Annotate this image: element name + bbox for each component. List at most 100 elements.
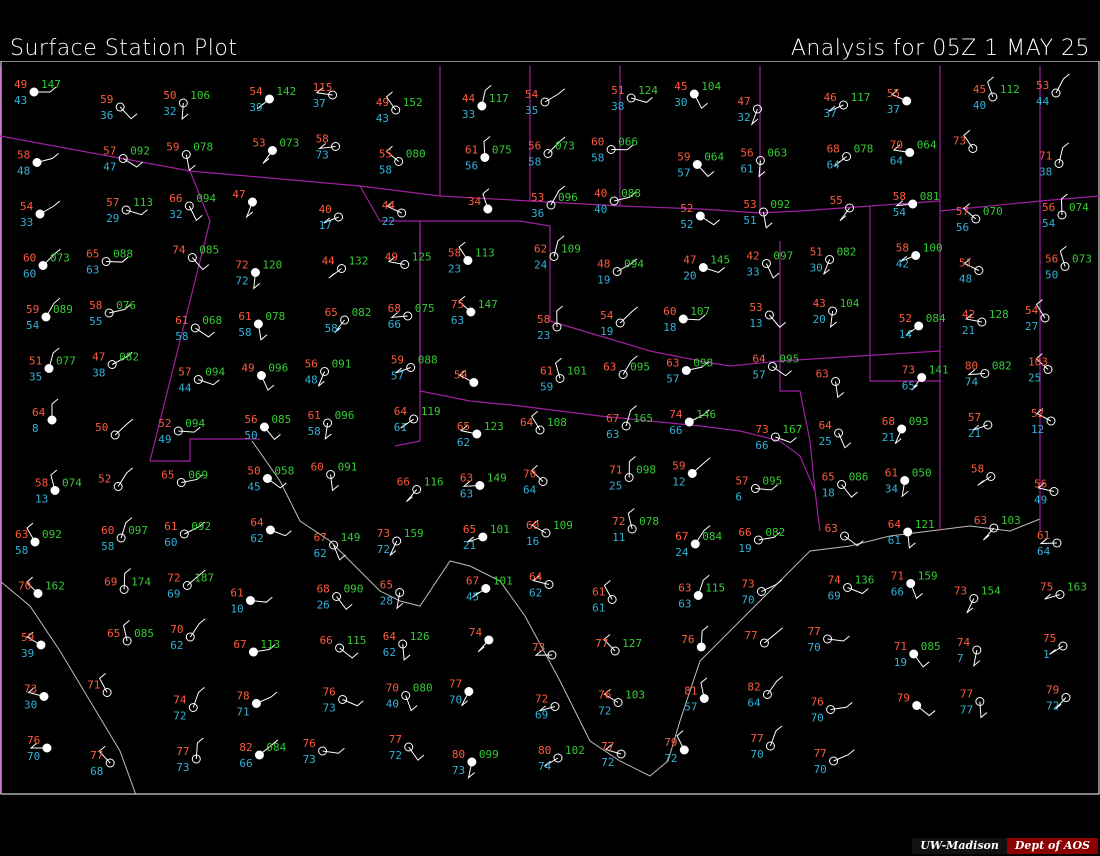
temperature-label: 42 (746, 250, 759, 263)
temperature-label: 44 (462, 92, 476, 105)
dewpoint-label: 37 (887, 103, 900, 116)
dewpoint-label: 59 (540, 381, 553, 394)
temperature-label: 77 (176, 745, 189, 758)
dewpoint-label: 32 (737, 111, 750, 124)
pressure-label: 125 (412, 251, 432, 264)
pressure-label: 082 (992, 360, 1012, 373)
pressure-label: 090 (344, 583, 364, 596)
plot-title: Surface Station Plot (10, 36, 238, 61)
pressure-label: 098 (636, 464, 656, 477)
dewpoint-label: 66 (755, 439, 768, 452)
pressure-label: 101 (493, 575, 513, 588)
pressure-label: 167 (782, 423, 802, 436)
pressure-label: 073 (50, 252, 70, 265)
pressure-label: 113 (260, 638, 280, 651)
pressure-label: 082 (352, 306, 372, 319)
pressure-label: 126 (410, 630, 430, 643)
pressure-label: 141 (929, 364, 949, 377)
temperature-label: 60 (526, 519, 539, 532)
pressure-label: 074 (62, 477, 82, 490)
temperature-label: 47 (92, 351, 105, 364)
dewpoint-label: 18 (822, 487, 835, 500)
dewpoint-label: 61 (888, 534, 901, 547)
temperature-label: 58 (537, 313, 550, 326)
dewpoint-label: 40 (386, 698, 399, 711)
pressure-label: 174 (131, 576, 151, 589)
temperature-label: 61 (592, 586, 605, 599)
temperature-label: 51 (810, 246, 823, 259)
dewpoint-label: 24 (675, 546, 689, 559)
dewpoint-label: 21 (962, 324, 975, 337)
pressure-label: 092 (770, 198, 790, 211)
temperature-label: 77 (960, 688, 973, 701)
temperature-label: 60 (591, 136, 604, 149)
temperature-label: 79 (664, 736, 677, 749)
dewpoint-label: 48 (305, 374, 318, 387)
temperature-label: 79 (1046, 684, 1059, 697)
temperature-label: 72 (535, 693, 548, 706)
pressure-label: 165 (633, 412, 653, 425)
temperature-label: 70 (170, 623, 183, 636)
temperature-label: 42 (962, 308, 975, 321)
dewpoint-label: 68 (90, 765, 103, 778)
temperature-label: 72 (612, 515, 625, 528)
temperature-label: 73 (741, 578, 754, 591)
pressure-label: 078 (854, 143, 874, 156)
dewpoint-label: 74 (538, 760, 552, 773)
pressure-label: 106 (190, 89, 210, 102)
temperature-label: 69 (104, 576, 117, 589)
temperature-label: 58 (896, 242, 909, 255)
dewpoint-label: 63 (460, 488, 473, 501)
pressure-label: 081 (920, 190, 940, 203)
temperature-label: 66 (397, 476, 410, 489)
dewpoint-label: 72 (1046, 700, 1059, 713)
temperature-label: 77 (449, 678, 462, 691)
pressure-label: 080 (413, 682, 433, 695)
dewpoint-label: 30 (674, 96, 687, 109)
dewpoint-label: 63 (451, 314, 464, 327)
dewpoint-label: 62 (170, 639, 183, 652)
temperature-label: 59 (454, 369, 467, 382)
temperature-label: 61 (238, 310, 251, 323)
dewpoint-label: 70 (811, 712, 824, 725)
temperature-label: 67 (314, 531, 327, 544)
temperature-label: 63 (825, 522, 838, 535)
dewpoint-label: 19 (738, 542, 751, 555)
dewpoint-label: 19 (894, 656, 907, 669)
temperature-label: 57 (968, 411, 981, 424)
dewpoint-label: 21 (882, 431, 895, 444)
temperature-label: 61 (1037, 529, 1050, 542)
temperature-label: 115 (313, 81, 333, 94)
dewpoint-label: 45 (466, 591, 479, 604)
temperature-label: 74 (173, 694, 187, 707)
temperature-label: 49 (241, 362, 254, 375)
pressure-label: 085 (921, 640, 941, 653)
dewpoint-label: 64 (523, 484, 537, 497)
temperature-label: 65 (86, 248, 99, 261)
dewpoint-label: 55 (89, 315, 102, 328)
dewpoint-label: 62 (250, 532, 263, 545)
dewpoint-label: 19 (600, 325, 613, 338)
dewpoint-label: 72 (601, 756, 614, 769)
dewpoint-label: 66 (891, 586, 904, 599)
pressure-label: 104 (840, 297, 860, 310)
temperature-label: 61 (230, 587, 243, 600)
dewpoint-label: 62 (383, 646, 396, 659)
pressure-label: 064 (704, 151, 724, 164)
temperature-label: 65 (161, 469, 174, 482)
dewpoint-label: 37 (313, 97, 326, 110)
dewpoint-label: 58 (528, 156, 541, 169)
dewpoint-label: 62 (529, 587, 542, 600)
temperature-label: 56 (740, 147, 753, 160)
temperature-label: 63 (15, 528, 28, 541)
temperature-label: 64 (752, 353, 766, 366)
pressure-label: 149 (487, 472, 507, 485)
temperature-label: 63 (816, 368, 829, 381)
temperature-label: 77 (601, 740, 614, 753)
temperature-label: 54 (525, 88, 539, 101)
dewpoint-label: 12 (1031, 423, 1044, 436)
temperature-label: 77 (814, 747, 827, 760)
credit-university: UW-Madison (912, 838, 1007, 854)
pressure-label: 163 (1067, 581, 1087, 594)
temperature-label: 62 (534, 243, 547, 256)
